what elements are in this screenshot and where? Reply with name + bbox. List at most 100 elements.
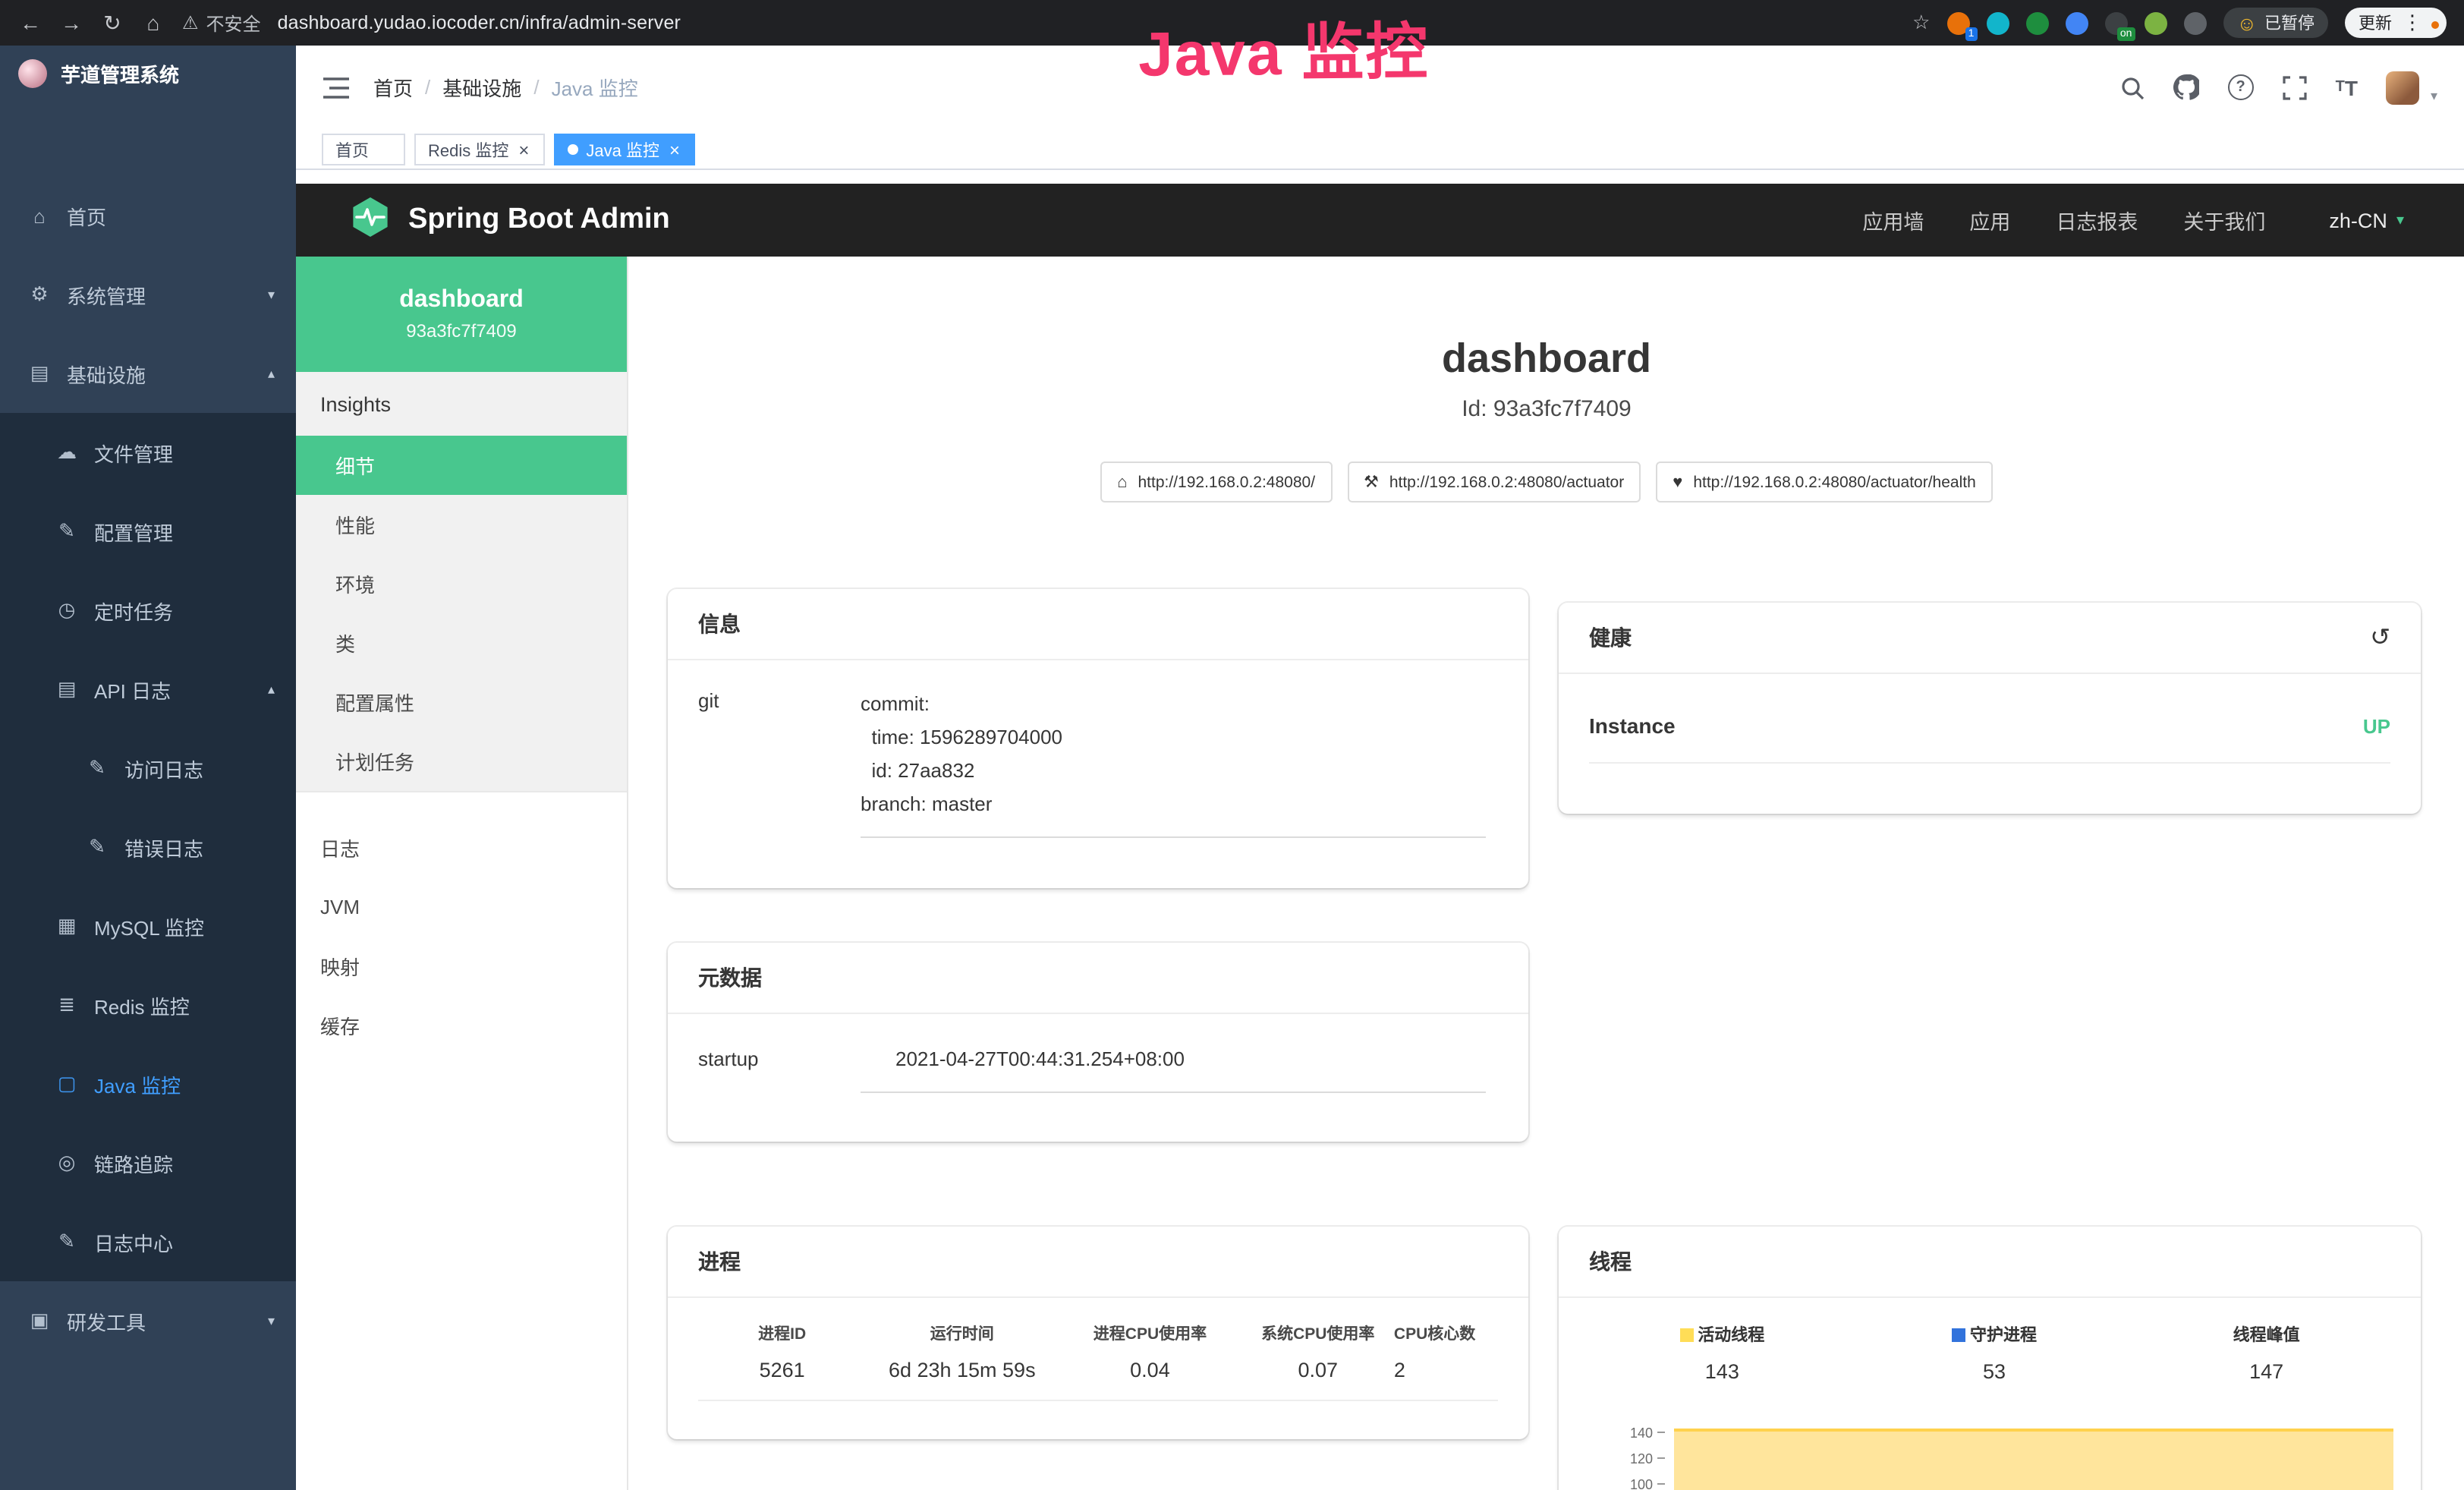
sidebar-item[interactable]: ◷ 定时任务 <box>0 571 296 650</box>
breadcrumb-home[interactable]: 首页 <box>373 73 413 102</box>
sba-menu-item[interactable]: 细节 <box>296 436 627 495</box>
sidebar-item[interactable]: ✎ 访问日志 <box>0 729 296 808</box>
browser-extension-icon[interactable] <box>2025 11 2048 34</box>
sidebar-item[interactable]: ▢ Java 监控 <box>0 1044 296 1123</box>
sba-menu-item-label: 环境 <box>335 569 375 598</box>
browser-menu-icon[interactable]: ⋮ <box>2403 11 2422 35</box>
sidebar-toggle-icon[interactable] <box>323 77 349 98</box>
view-tab[interactable]: 首页 <box>322 134 405 165</box>
search-icon[interactable] <box>2120 75 2145 99</box>
legend-color-swatch <box>1952 1328 1965 1341</box>
sba-menu-item[interactable]: 类 <box>296 613 627 673</box>
y-axis-tick-label: 120 <box>1630 1451 1653 1466</box>
sidebar-item-icon: ✎ <box>55 519 79 543</box>
process-table-values: 52616d 23h 15m 59s0.040.072 <box>698 1359 1498 1401</box>
sba-nav-item[interactable]: 日志报表 <box>2056 205 2138 235</box>
health-card-title: 健康 <box>1589 622 1632 653</box>
sba-menu-item[interactable]: 计划任务 <box>296 732 627 791</box>
browser-extension-icon[interactable]: on <box>2104 11 2127 34</box>
sba-nav-item[interactable]: 应用墙 <box>1862 205 1924 235</box>
sidebar-item-icon: ◎ <box>55 1151 79 1175</box>
instance-link[interactable]: ⌂ http://192.168.0.2:48080/ <box>1100 461 1332 502</box>
browser-extension-icon[interactable] <box>1986 11 2009 34</box>
sba-menu-item[interactable]: 环境 <box>296 554 627 613</box>
sba-nav-item[interactable]: 关于我们 <box>2183 205 2265 235</box>
threads-chart: 140 120 100 <box>1586 1401 2403 1490</box>
language-selector[interactable]: zh-CN ▾ <box>2329 209 2404 232</box>
instance-link[interactable]: ⚒ http://192.168.0.2:48080/actuator <box>1347 461 1641 502</box>
avatar-caret-icon[interactable]: ▾ <box>2431 88 2437 105</box>
tab-close-icon[interactable]: × <box>516 140 531 159</box>
sidebar-item[interactable]: ✎ 日志中心 <box>0 1202 296 1281</box>
fullscreen-icon[interactable] <box>2283 75 2307 99</box>
browser-extension-icon[interactable] <box>2065 11 2088 34</box>
back-icon[interactable]: ← <box>18 11 42 35</box>
sidebar-item[interactable]: ▤ 基础设施 ▴ <box>0 334 296 413</box>
sba-selected-app[interactable]: dashboard 93a3fc7f7409 <box>296 257 627 372</box>
help-icon[interactable]: ? <box>2228 74 2254 100</box>
bookmark-star-icon[interactable]: ☆ <box>1912 11 1930 35</box>
sidebar-item-label: 错误日志 <box>124 833 260 862</box>
process-header-cell: 进程CPU使用率 <box>1058 1322 1241 1345</box>
user-avatar[interactable] <box>2387 71 2420 104</box>
sidebar-item[interactable]: ▦ MySQL 监控 <box>0 887 296 966</box>
sba-menu-item-label: 日志 <box>320 833 360 862</box>
font-size-icon[interactable]: TT <box>2336 75 2358 99</box>
home-icon[interactable]: ⌂ <box>141 11 165 35</box>
sba-menu-item[interactable]: 缓存 <box>296 996 627 1055</box>
browser-extension-icon[interactable] <box>2183 11 2206 34</box>
sidebar-item-label: 基础设施 <box>67 359 253 388</box>
info-git-line: id: 27aa832 <box>861 754 1486 788</box>
sidebar-item-label: API 日志 <box>94 675 253 704</box>
sidebar-item[interactable]: ◎ 链路追踪 <box>0 1123 296 1202</box>
instance-link[interactable]: ♥ http://192.168.0.2:48080/actuator/heal… <box>1656 461 1993 502</box>
legend-value: 147 <box>2249 1360 2283 1383</box>
sidebar-item[interactable]: ⚙ 系统管理 ▾ <box>0 255 296 334</box>
link-url: http://192.168.0.2:48080/actuator/health <box>1693 473 1975 491</box>
update-button[interactable]: 更新 ⋮ <box>2345 8 2447 38</box>
legend-value: 143 <box>1705 1360 1739 1383</box>
sidebar-item-label: Redis 监控 <box>94 991 260 1019</box>
sidebar-item[interactable]: ✎ 错误日志 <box>0 808 296 887</box>
sba-menu-item[interactable]: JVM <box>296 877 627 937</box>
reload-icon[interactable]: ↻ <box>100 10 124 36</box>
view-tab[interactable]: Redis 监控 × <box>414 134 545 165</box>
process-header-cell: CPU核心数 <box>1394 1322 1475 1345</box>
sba-menu-item[interactable]: 映射 <box>296 937 627 996</box>
sba-nav-item[interactable]: 应用 <box>1969 205 2010 235</box>
sba-menu-item[interactable]: 日志 <box>296 818 627 877</box>
sidebar-item[interactable]: ≣ Redis 监控 <box>0 966 296 1044</box>
browser-extension-icon[interactable]: 1 <box>1946 11 1969 34</box>
process-value-cell: 5261 <box>698 1359 866 1381</box>
health-history-icon[interactable]: ↺ <box>2370 622 2390 653</box>
sidebar-item[interactable]: ⌂ 首页 <box>0 176 296 255</box>
sidebar-item[interactable]: ☁ 文件管理 <box>0 413 296 492</box>
sba-menu-group-insights[interactable]: Insights <box>296 372 627 436</box>
view-tab[interactable]: Java 监控 × <box>554 134 696 165</box>
sidebar-item-label: 研发工具 <box>67 1306 253 1335</box>
screenshot-root: ← → ↻ ⌂ ⚠ 不安全 dashboard.yudao.iocoder.cn… <box>0 0 2464 1490</box>
address-url[interactable]: dashboard.yudao.iocoder.cn/infra/admin-s… <box>278 12 681 33</box>
github-icon[interactable] <box>2173 74 2199 100</box>
breadcrumb-infra[interactable]: 基础设施 <box>442 73 521 102</box>
sba-menu-item[interactable]: 性能 <box>296 495 627 554</box>
sidebar-item-icon: ✎ <box>85 835 109 859</box>
sidebar-item-label: 首页 <box>67 201 260 230</box>
sba-title[interactable]: Spring Boot Admin <box>408 203 670 237</box>
sidebar-item[interactable]: ✎ 配置管理 <box>0 492 296 571</box>
app-brand[interactable]: 芋道管理系统 <box>0 46 296 100</box>
sidebar-item[interactable]: ▤ API 日志 ▴ <box>0 650 296 729</box>
sba-menu-item[interactable]: 配置属性 <box>296 673 627 732</box>
site-security-indicator[interactable]: ⚠ 不安全 <box>182 10 261 36</box>
profile-paused-badge[interactable]: ☺ 已暂停 <box>2223 8 2328 38</box>
sidebar-item-icon: ⌂ <box>27 204 52 227</box>
sba-menu-item-label: 缓存 <box>320 1011 360 1040</box>
sidebar-item[interactable]: ▣ 研发工具 ▾ <box>0 1281 296 1360</box>
forward-icon[interactable]: → <box>59 11 83 35</box>
sba-menu-item-label: 配置属性 <box>335 688 414 717</box>
health-instance-row[interactable]: Instance UP <box>1589 713 2390 764</box>
view-tabs-bar: 首页 Redis 监控 × Java 监控 × <box>296 129 2464 170</box>
browser-extension-icon[interactable] <box>2144 11 2167 34</box>
tab-close-icon[interactable]: × <box>667 140 682 159</box>
sidebar-item-icon: ▢ <box>55 1072 79 1096</box>
